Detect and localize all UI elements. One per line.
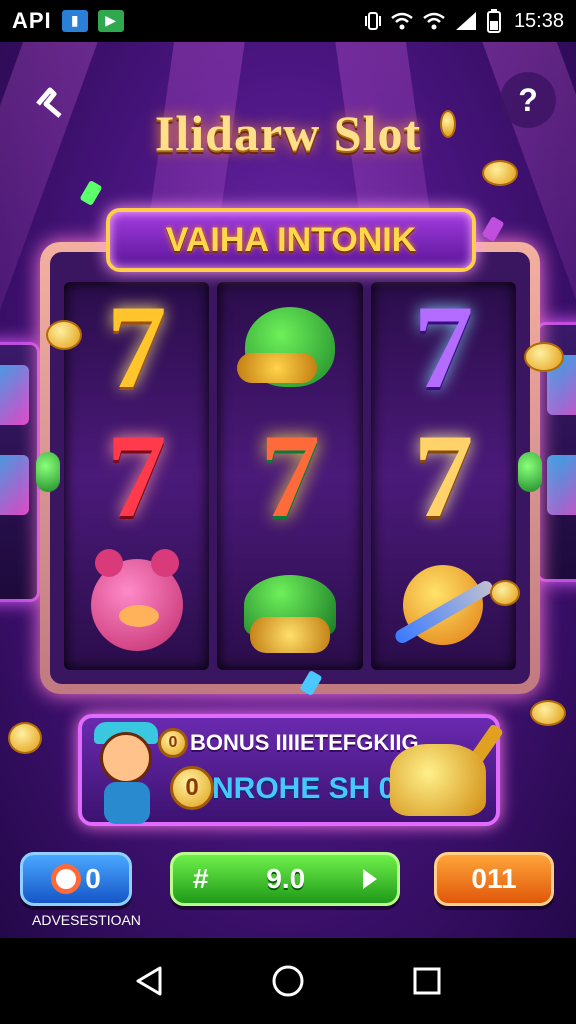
symbol-helmet-coins xyxy=(232,546,348,664)
reel-2: 7 xyxy=(217,282,363,670)
symbol-seven-gold: 7 xyxy=(106,279,167,413)
slot-game-screen: ? Ilidarw Slot 7 7 7 7 7 VAIHA INTONIK 0… xyxy=(0,42,576,938)
vibrate-icon xyxy=(364,12,381,30)
wifi-icon-2 xyxy=(423,12,445,30)
recents-nav-icon[interactable] xyxy=(410,964,444,998)
win-value: 011 xyxy=(471,863,517,894)
coin-decoration xyxy=(482,160,518,186)
coin-decoration xyxy=(524,342,564,372)
game-title: Ilidarw Slot xyxy=(154,105,422,161)
symbol-orb-rod xyxy=(385,546,501,664)
api-label: API xyxy=(12,8,52,33)
bonus-coin-icon: 0 xyxy=(158,728,188,758)
home-nav-icon[interactable] xyxy=(271,964,305,998)
banner-text: VAIHA INTONIK xyxy=(165,220,417,259)
coin-decoration xyxy=(490,580,520,606)
right-lever[interactable] xyxy=(518,452,542,492)
mascot-character xyxy=(86,718,170,826)
ring-icon xyxy=(51,864,82,894)
coin-decoration xyxy=(440,110,456,138)
app-notification-icon: ▮ xyxy=(61,10,88,32)
status-bar: API ▮ ▶ 15:38 xyxy=(0,0,576,42)
back-nav-icon[interactable] xyxy=(132,964,166,998)
gem-decoration xyxy=(481,215,505,243)
navigation-bar xyxy=(0,938,576,1024)
reel-1: 7 7 xyxy=(64,279,210,670)
spin-button[interactable]: # 9.0 xyxy=(170,852,400,906)
app-notification-icon-2: ▶ xyxy=(97,10,124,32)
left-lever[interactable] xyxy=(36,452,60,492)
side-slot-machine-left xyxy=(0,342,40,602)
balance-value: 0 xyxy=(85,863,101,894)
bonus-coin-icon-2: 0 xyxy=(170,766,214,810)
reel-3: 7 7 xyxy=(370,279,516,670)
symbol-seven-red: 7 xyxy=(106,408,167,542)
symbol-seven-amber: 7 xyxy=(413,408,474,542)
signal-icon xyxy=(455,12,476,30)
coin-decoration xyxy=(8,722,42,754)
bonus-title: BONUS IIIIETEFGKIIG xyxy=(190,730,419,755)
reel-frame: 7 7 7 7 7 xyxy=(40,242,540,694)
balance-button[interactable]: 0 xyxy=(20,852,132,906)
coin-decoration xyxy=(46,320,82,350)
symbol-seven-purple: 7 xyxy=(413,279,474,413)
coin-decoration xyxy=(530,700,566,726)
balance-caption: ADVESESTIOAN xyxy=(32,912,141,928)
wifi-icon xyxy=(391,12,413,30)
symbol-frog-coins xyxy=(232,288,348,406)
win-button[interactable]: 011 xyxy=(434,852,554,906)
bonus-panel[interactable]: 0 BONUS IIIIETEFGKIIG 0 NROHE SH 03 xyxy=(78,714,504,826)
spin-value: 9.0 xyxy=(266,863,306,894)
symbol-pig-mascot xyxy=(79,546,195,664)
status-clock: 15:38 xyxy=(513,9,564,32)
title-banner: VAIHA INTONIK xyxy=(106,208,476,272)
play-arrow-icon xyxy=(362,869,377,889)
bonus-subtitle: NROHE SH 03 xyxy=(212,772,413,805)
symbol-seven-rainbow: 7 xyxy=(259,408,320,542)
battery-icon xyxy=(486,9,501,33)
bet-mark: # xyxy=(193,863,209,894)
coin-pile-icon xyxy=(390,744,486,816)
gem-decoration xyxy=(79,179,103,207)
